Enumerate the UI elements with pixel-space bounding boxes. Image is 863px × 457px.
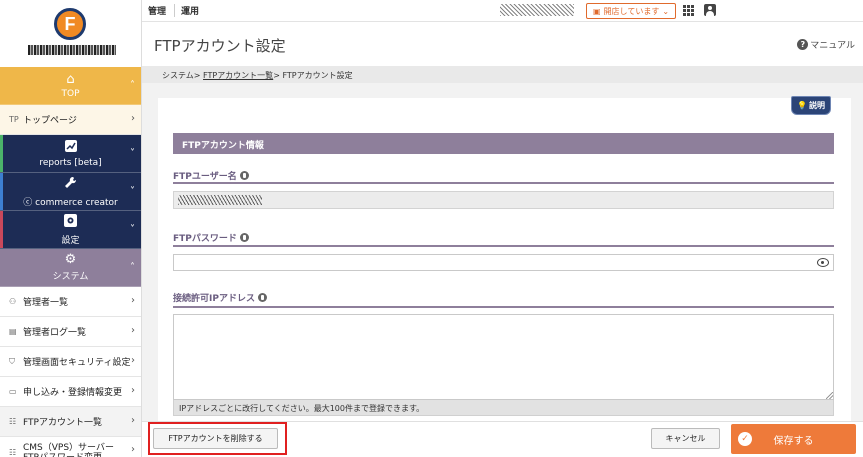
top-menu: 管理 運用 [148, 4, 199, 17]
sidebar-item-label: TOP [61, 88, 80, 99]
chevron-down-icon: ˅ [130, 224, 135, 235]
gear-icon: ⚙ [64, 252, 77, 267]
info-icon[interactable] [239, 171, 249, 180]
chevron-right-icon: › [131, 385, 135, 396]
divider [173, 182, 834, 184]
sidebar-item-label: 設定 [61, 235, 80, 246]
manual-label: マニュアル [810, 41, 855, 51]
delete-ftp-account-button[interactable]: FTPアカウントを削除する [153, 428, 278, 449]
divider [173, 306, 834, 308]
apps-grid-icon[interactable] [683, 5, 694, 16]
help-label: 説明 [808, 101, 825, 110]
help-button[interactable]: 💡 説明 [791, 96, 831, 115]
sidebar-item-top-page[interactable]: TP トップページ › [0, 105, 141, 135]
sidebar-item-commerce-creator[interactable]: ⓒ commerce creator ˅ [0, 173, 141, 211]
chevron-up-icon: ˄ [130, 80, 135, 91]
username-field [173, 191, 834, 209]
ip-hint: IPアドレスごとに改行してください。最大100件まで登録できます。 [173, 400, 834, 416]
save-label: 保存する [773, 435, 814, 447]
ip-label: 接続許可IPアドレス [173, 291, 267, 304]
sidebar: F ⌂ TOP ˄ TP トップページ › reports [beta] ˅ ⓒ… [0, 0, 142, 457]
password-label: FTPパスワード [173, 231, 249, 244]
chevron-down-icon: ⌄ [662, 6, 670, 16]
menu-operate[interactable]: 運用 [174, 4, 199, 17]
chevron-right-icon: › [131, 295, 135, 306]
chevron-right-icon: › [131, 325, 135, 336]
sidebar-item-cms-ftp-password[interactable]: ☷ CMS（VPS）サーバー FTPパスワード変更 › [0, 437, 141, 457]
chevron-right-icon: › [131, 355, 135, 366]
sidebar-item-label: 管理画面セキュリティ設定 [23, 358, 131, 368]
settings-icon [64, 213, 77, 231]
menu-manage[interactable]: 管理 [148, 4, 166, 17]
eye-icon[interactable] [817, 258, 829, 267]
info-icon[interactable] [239, 233, 249, 242]
chevron-right-icon: › [131, 113, 135, 124]
sidebar-item-label: ⓒ commerce creator [23, 197, 118, 208]
shop-status-button[interactable]: ▣ 開店しています ⌄ [586, 3, 677, 19]
chevron-right-icon: › [131, 444, 135, 455]
sidebar-item-registration[interactable]: ▭ 申し込み・登録情報変更 › [0, 377, 141, 407]
sidebar-item-admin-list[interactable]: ⚇ 管理者一覧 › [0, 287, 141, 317]
cancel-button[interactable]: キャンセル [651, 428, 720, 449]
store-name [500, 4, 574, 16]
sidebar-item-ftp-list[interactable]: ☷ FTPアカウント一覧 › [0, 407, 141, 437]
password-field[interactable] [173, 254, 834, 271]
logo-wordmark [28, 45, 116, 55]
page-title: FTPアカウント設定 [154, 37, 286, 55]
sidebar-item-label: 管理者一覧 [23, 298, 69, 308]
breadcrumb-current: FTPアカウント設定 [282, 71, 353, 80]
divider [173, 245, 834, 247]
top-page-prefix: TP [9, 115, 19, 124]
wrench-icon [64, 176, 77, 193]
page-header: FTPアカウント設定 ? マニュアル [142, 22, 863, 66]
username-value [178, 195, 262, 205]
chart-icon [64, 139, 77, 156]
home-icon: ⌂ [66, 71, 75, 87]
question-icon: ? [797, 39, 809, 50]
lightbulb-icon: 💡 [797, 101, 807, 110]
shield-icon: ⛉ [9, 356, 15, 366]
sidebar-item-label: reports [beta] [39, 157, 102, 168]
info-icon[interactable] [257, 293, 267, 302]
logo[interactable]: F [0, 0, 141, 67]
chevron-up-icon: ˄ [130, 262, 135, 273]
sidebar-item-label: 管理者ログ一覧 [23, 328, 87, 338]
sidebar-item-label: CMS（VPS）サーバー FTPパスワード変更 [23, 442, 114, 457]
sidebar-item-admin-log[interactable]: ▤ 管理者ログ一覧 › [0, 317, 141, 347]
sidebar-item-label: 申し込み・登録情報変更 [23, 388, 123, 398]
server-icon: ☷ [9, 417, 17, 426]
log-icon: ▤ [9, 327, 17, 336]
breadcrumb: システム> FTPアカウント一覧> FTPアカウント設定 [142, 66, 863, 83]
section-title: FTPアカウント情報 [173, 133, 834, 154]
user-account-icon[interactable] [704, 4, 716, 16]
chevron-down-icon: ˅ [130, 186, 135, 197]
sidebar-item-label: システム [52, 272, 89, 282]
sidebar-item-security[interactable]: ⛉ 管理画面セキュリティ設定 › [0, 347, 141, 377]
card-icon: ▭ [9, 387, 17, 396]
sidebar-item-label: FTPアカウント一覧 [23, 418, 102, 428]
server-icon: ☷ [9, 447, 17, 457]
username-label: FTPユーザー名 [173, 169, 249, 182]
chevron-down-icon: ˅ [130, 148, 135, 159]
breadcrumb-root: システム [162, 71, 194, 80]
sidebar-item-system[interactable]: ⚙ システム ˄ [0, 249, 141, 287]
chevron-right-icon: › [131, 415, 135, 426]
sidebar-item-reports[interactable]: reports [beta] ˅ [0, 135, 141, 173]
save-button[interactable]: ✓ 保存する [731, 424, 856, 454]
sidebar-item-settings[interactable]: 設定 ˅ [0, 211, 141, 249]
breadcrumb-link-ftp-list[interactable]: FTPアカウント一覧 [203, 71, 273, 80]
ip-address-textarea[interactable] [173, 314, 834, 400]
manual-link[interactable]: ? マニュアル [797, 38, 855, 51]
sidebar-item-top[interactable]: ⌂ TOP ˄ [0, 67, 141, 105]
users-icon: ⚇ [9, 297, 17, 306]
sidebar-item-label: トップページ [23, 116, 77, 126]
check-icon: ✓ [738, 432, 752, 446]
store-icon: ▣ [593, 6, 601, 16]
shop-status-label: 開店しています [603, 6, 660, 16]
logo-icon: F [54, 8, 86, 40]
